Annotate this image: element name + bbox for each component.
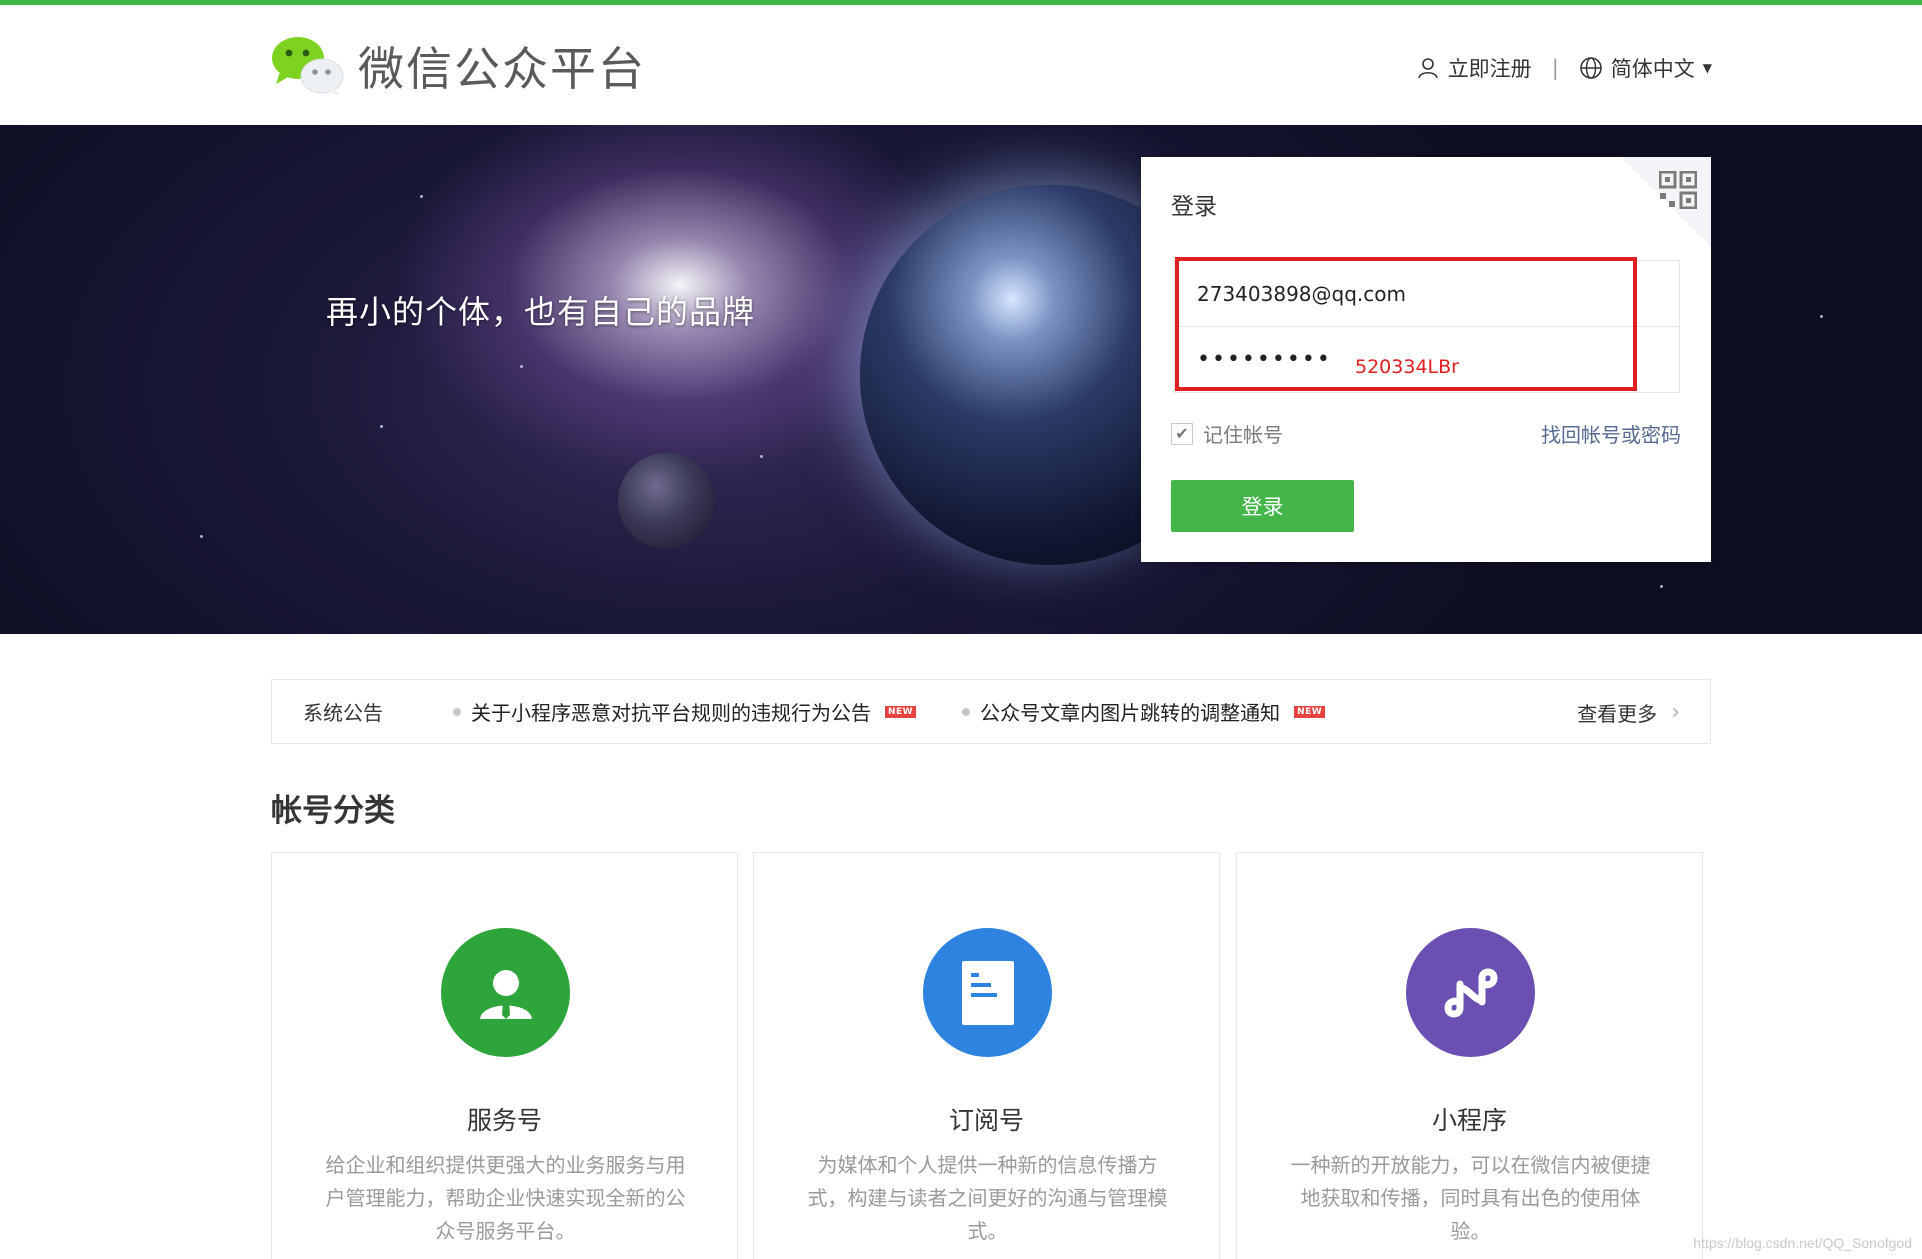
header-actions: 立即注册 | 简体中文 ▼: [1416, 53, 1712, 83]
view-more-label: 查看更多: [1577, 702, 1658, 726]
card-title: 订阅号: [948, 1106, 1024, 1135]
qr-login-toggle[interactable]: [1621, 157, 1711, 247]
qr-code-icon: [1659, 171, 1697, 209]
view-more-link[interactable]: 查看更多 ›: [1577, 698, 1680, 727]
bullet-icon: [962, 707, 971, 716]
brand-title: 微信公众平台: [358, 42, 646, 96]
wechat-logo-icon: [272, 37, 344, 96]
service-account-icon: [441, 928, 570, 1057]
header-separator: |: [1551, 56, 1559, 80]
card-description: 给企业和组织提供更强大的业务服务与用户管理能力，帮助企业快速实现全新的公众号服务…: [325, 1153, 686, 1243]
mini-program-card[interactable]: 小程序 一种新的开放能力，可以在微信内被便捷地获取和传播，同时具有出色的使用体验…: [1236, 852, 1703, 1259]
forgot-password-link[interactable]: 找回帐号或密码: [1541, 419, 1681, 448]
mini-program-icon: [1406, 928, 1535, 1057]
account-types-title: 帐号分类: [271, 793, 395, 829]
bullet-icon: [453, 707, 461, 716]
password-annotation: 520334LBr: [1355, 356, 1459, 378]
username-field-wrapper: [1174, 260, 1680, 327]
caret-down-icon: ▼: [1702, 61, 1712, 75]
register-label: 立即注册: [1447, 57, 1532, 81]
card-description: 一种新的开放能力，可以在微信内被便捷地获取和传播，同时具有出色的使用体验。: [1290, 1153, 1651, 1243]
notice-label: 系统公告: [303, 701, 383, 725]
notice-item[interactable]: 关于小程序恶意对抗平台规则的违规行为公告 NEW: [453, 697, 917, 726]
header: 微信公众平台 立即注册 | 简体中文 ▼: [0, 5, 1922, 125]
new-badge: NEW: [885, 705, 917, 718]
banner-slogan: 再小的个体，也有自己的品牌: [326, 293, 756, 331]
remember-checkbox[interactable]: ✔: [1171, 422, 1193, 445]
username-input[interactable]: [1175, 261, 1679, 326]
login-title: 登录: [1171, 194, 1217, 220]
service-account-card[interactable]: 服务号 给企业和组织提供更强大的业务服务与用户管理能力，帮助企业快速实现全新的公…: [271, 852, 738, 1259]
watermark: https://blog.csdn.net/QQ_Sonofgod: [1693, 1235, 1912, 1251]
user-icon: [1417, 58, 1438, 79]
card-description: 为媒体和个人提供一种新的信息传播方式，构建与读者之间更好的沟通与管理模式。: [807, 1153, 1168, 1243]
subscription-account-icon: [923, 928, 1052, 1057]
subscription-account-card[interactable]: 订阅号 为媒体和个人提供一种新的信息传播方式，构建与读者之间更好的沟通与管理模式…: [753, 852, 1220, 1259]
globe-icon: [1579, 57, 1602, 79]
chevron-right-icon: ›: [1671, 700, 1680, 725]
system-notice-bar: 系统公告 关于小程序恶意对抗平台规则的违规行为公告 NEW 公众号文章内图片跳转…: [271, 679, 1711, 744]
card-title: 服务号: [466, 1106, 542, 1135]
login-button[interactable]: 登录: [1171, 480, 1354, 532]
register-link[interactable]: 立即注册: [1416, 53, 1532, 83]
language-selector[interactable]: 简体中文 ▼: [1579, 53, 1712, 83]
remember-label: 记住帐号: [1203, 423, 1283, 447]
notice-text: 公众号文章内图片跳转的调整通知: [980, 701, 1281, 725]
login-panel: 登录 520334LBr ✔ 记住帐号 找回帐号或密码 登录: [1141, 157, 1711, 562]
card-title: 小程序: [1431, 1106, 1507, 1135]
remember-account[interactable]: ✔ 记住帐号: [1171, 419, 1283, 448]
notice-text: 关于小程序恶意对抗平台规则的违规行为公告: [471, 701, 871, 725]
new-badge: NEW: [1294, 705, 1326, 718]
language-label: 简体中文: [1610, 57, 1695, 81]
notice-item[interactable]: 公众号文章内图片跳转的调整通知 NEW: [962, 697, 1326, 726]
brand-logo[interactable]: 微信公众平台: [270, 33, 646, 99]
moon-illustration: [618, 453, 714, 549]
